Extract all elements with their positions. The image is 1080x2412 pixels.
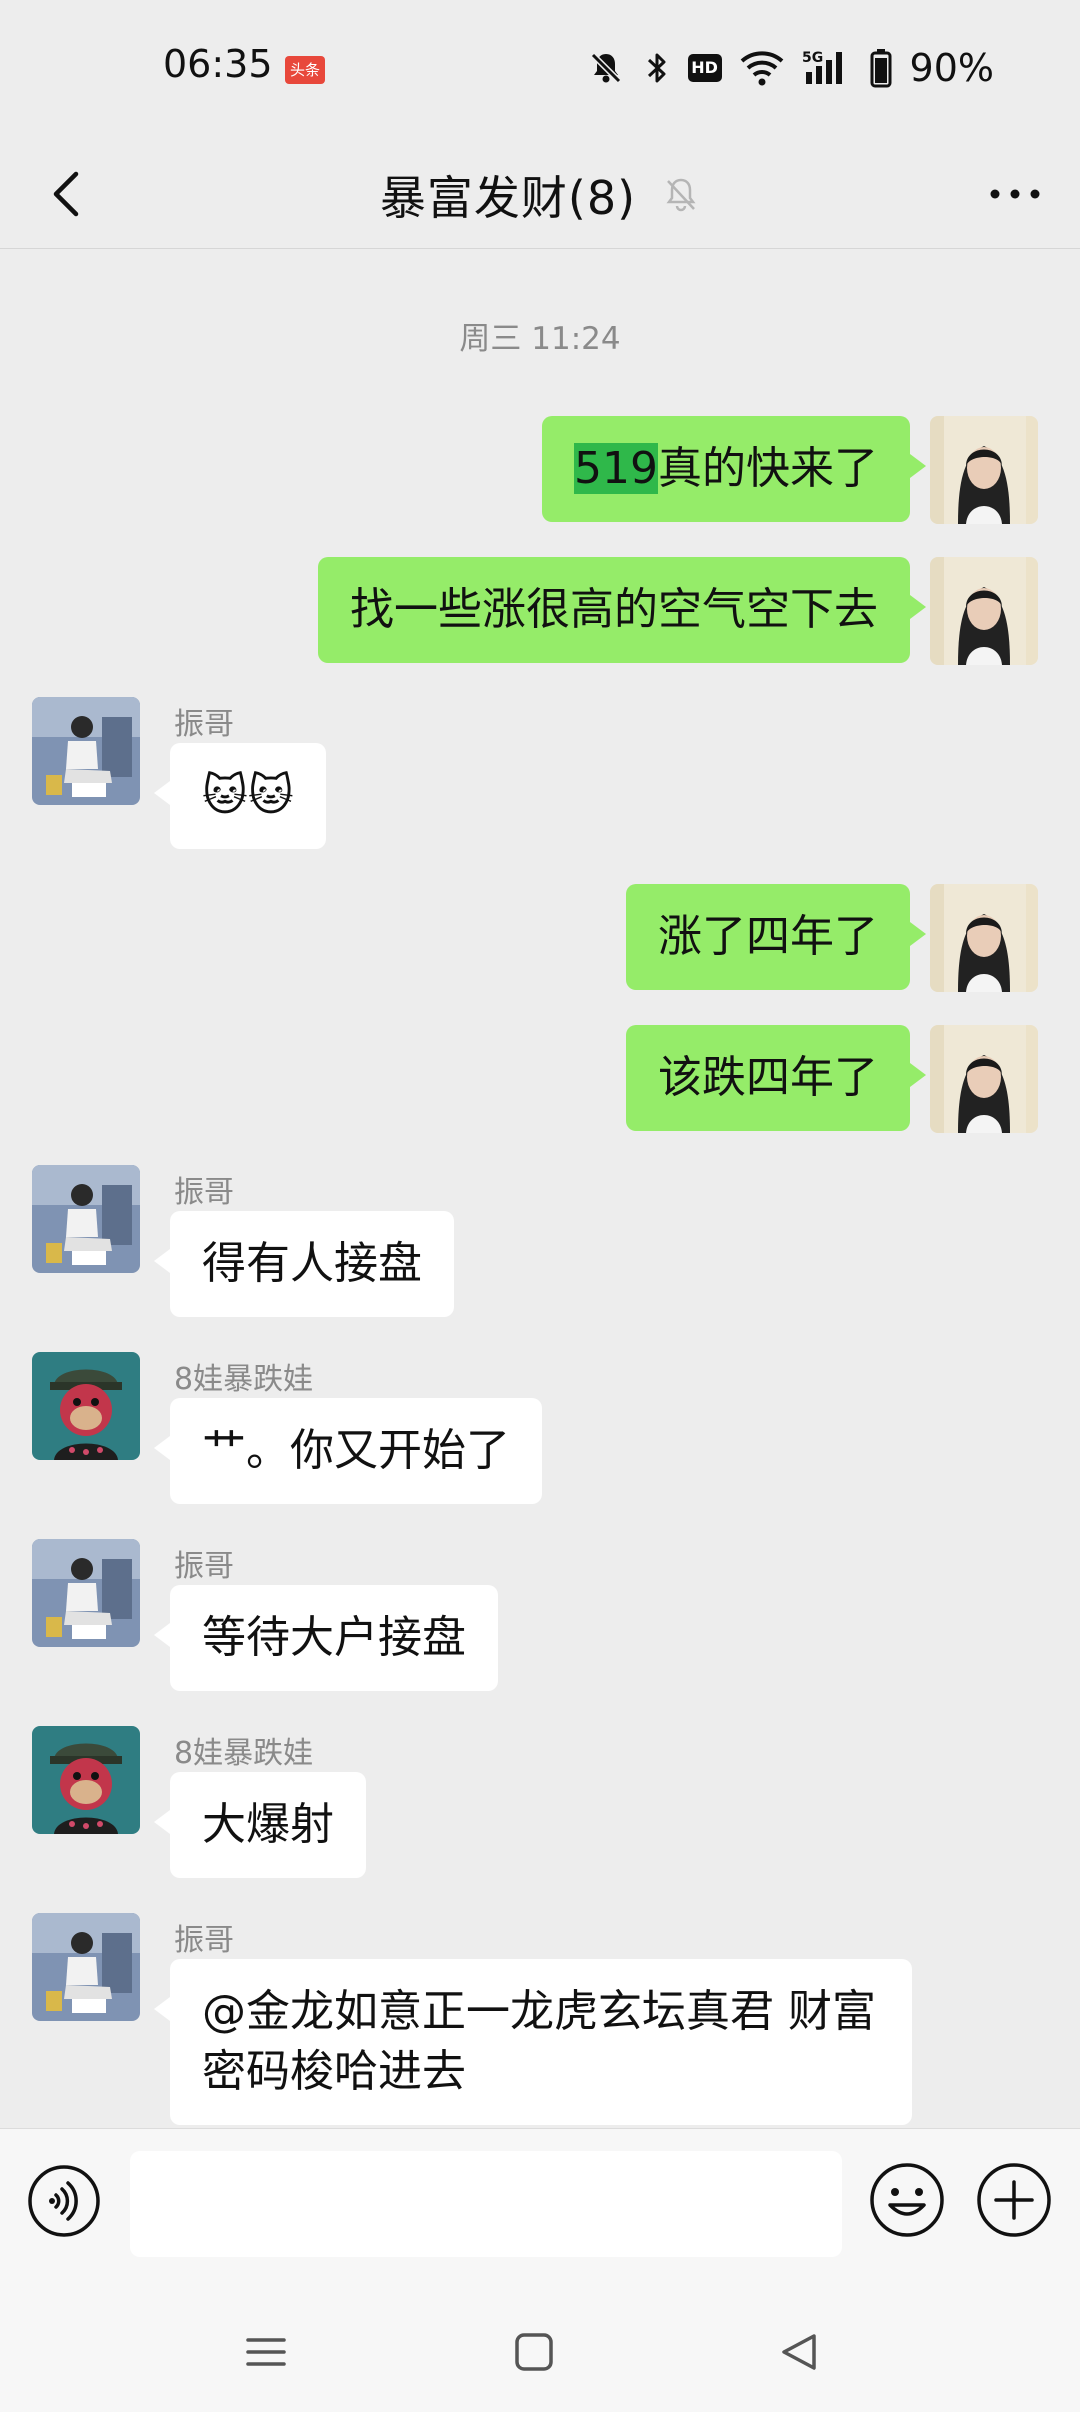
sender-name: 8娃暴跌娃: [174, 1362, 314, 1397]
message-text: 该跌四年了: [658, 1052, 878, 1103]
avatar-zhenge[interactable]: [32, 1165, 140, 1273]
toutiao-badge: 头条: [285, 56, 325, 84]
more-dots-icon: [990, 189, 1040, 199]
message-text: 等待大户接盘: [202, 1612, 466, 1663]
message-text: 大爆射: [202, 1799, 334, 1850]
avatar-zhenge[interactable]: [32, 1913, 140, 2021]
plus-icon: [977, 2163, 1051, 2237]
battery-icon: [870, 48, 892, 88]
wifi-icon: [740, 49, 784, 87]
svg-text:5G: 5G: [802, 50, 823, 66]
message-bubble[interactable]: 艹。你又开始了: [154, 1398, 542, 1504]
sender-name: 振哥: [174, 1549, 234, 1584]
emoji-button[interactable]: [868, 2161, 946, 2239]
signal-5g-icon: 5G: [802, 48, 852, 88]
nav-home-button[interactable]: [504, 2322, 564, 2382]
sender-name: 振哥: [174, 1923, 234, 1958]
hd-icon: HD: [687, 54, 722, 82]
message-bubble[interactable]: 涨了四年了: [626, 884, 926, 990]
message-bubble[interactable]: 得有人接盘: [154, 1211, 454, 1317]
avatar-me[interactable]: [930, 557, 1038, 665]
sender-name: 8娃暴跌娃: [174, 1736, 314, 1771]
chat-header: 暴富发财(8): [0, 140, 1080, 249]
message-bubble[interactable]: 大爆射: [154, 1772, 366, 1878]
message-input[interactable]: [130, 2151, 842, 2257]
message-bubble[interactable]: 519真的快来了: [542, 416, 926, 522]
avatar-me[interactable]: [930, 884, 1038, 992]
avatar-zhenge[interactable]: [32, 697, 140, 805]
message-bubble[interactable]: 找一些涨很高的空气空下去: [318, 557, 926, 663]
chat-timestamp: 周三 11:24: [459, 321, 621, 357]
avatar-8wa[interactable]: [32, 1352, 140, 1460]
message-bubble[interactable]: 🐱🐱: [154, 743, 326, 849]
status-time: 06:35: [163, 42, 273, 86]
nav-recents-button[interactable]: [236, 2322, 296, 2382]
status-bar: 06:35 头条 HD 5G 90%: [0, 0, 1080, 140]
status-icons: HD 5G 90%: [586, 40, 994, 96]
emoji-icon: [870, 2163, 944, 2237]
avatar-me[interactable]: [930, 1025, 1038, 1133]
emoji-doge-icon: 🐱🐱: [202, 770, 294, 821]
battery-percent: 90%: [909, 46, 994, 90]
message-text: @金龙如意正一龙虎玄坛真君 财富密码梭哈进去: [202, 1986, 876, 2097]
more-button[interactable]: [980, 162, 1050, 226]
highlighted-text: 519: [574, 443, 658, 494]
sender-name: 振哥: [174, 1175, 234, 1210]
home-square-icon: [515, 2333, 553, 2371]
bluetooth-icon: [644, 48, 670, 88]
plus-button[interactable]: [975, 2161, 1053, 2239]
nav-back-button[interactable]: [770, 2322, 830, 2382]
back-triangle-icon: [782, 2334, 816, 2370]
menu-icon: [246, 2338, 286, 2366]
message-bubble[interactable]: @金龙如意正一龙虎玄坛真君 财富密码梭哈进去: [154, 1959, 912, 2125]
message-text: 涨了四年了: [658, 911, 878, 962]
message-text: 得有人接盘: [202, 1238, 422, 1289]
page-title: 暴富发财(8): [379, 171, 637, 225]
avatar-zhenge[interactable]: [32, 1539, 140, 1647]
mute-bell-icon: [586, 48, 626, 88]
message-text: 找一些涨很高的空气空下去: [350, 584, 878, 635]
message-text: 艹。你又开始了: [202, 1425, 510, 1476]
chat-area[interactable]: 周三 11:24 519真的快来了 找一些涨很高的空气空下去 振哥 🐱🐱 涨了四…: [0, 249, 1080, 2127]
avatar-8wa[interactable]: [32, 1726, 140, 1834]
avatar-me[interactable]: [930, 416, 1038, 524]
sender-name: 振哥: [174, 707, 234, 742]
message-bubble[interactable]: 等待大户接盘: [154, 1585, 498, 1691]
message-text: 真的快来了: [658, 443, 878, 494]
voice-icon: [28, 2165, 100, 2237]
bell-off-icon: [666, 178, 696, 212]
voice-button[interactable]: [26, 2163, 102, 2239]
system-nav-bar: [0, 2282, 1080, 2412]
input-bar: [0, 2128, 1080, 2283]
message-bubble[interactable]: 该跌四年了: [626, 1025, 926, 1131]
chat-title-wrap: 暴富发财(8): [0, 162, 1080, 228]
